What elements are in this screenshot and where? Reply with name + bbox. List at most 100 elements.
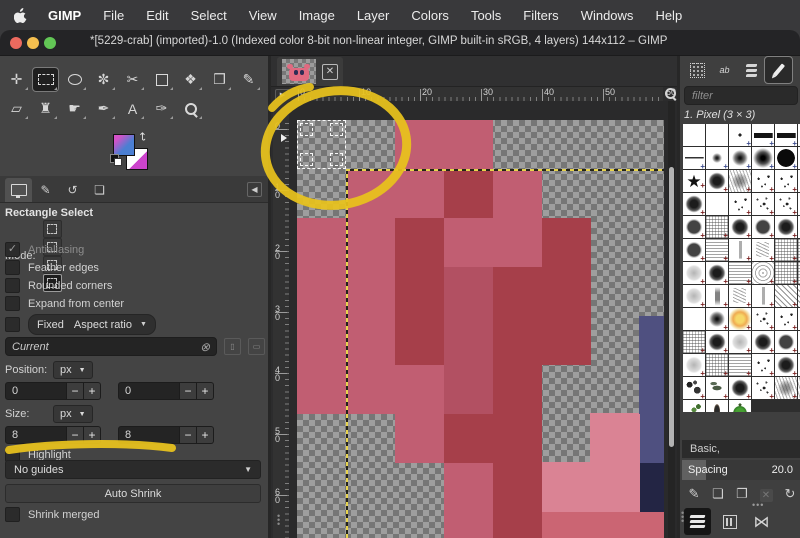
swap-colors-icon[interactable]: ↩ bbox=[136, 132, 149, 141]
brush-blank[interactable] bbox=[706, 124, 728, 146]
position-y-input[interactable]: 0 bbox=[118, 382, 180, 400]
smudge-tool[interactable]: ☛ bbox=[62, 97, 87, 120]
brush-blob[interactable]: + bbox=[729, 216, 751, 238]
brush-blob[interactable]: + bbox=[752, 331, 774, 353]
size-height-input[interactable]: 8 bbox=[118, 426, 180, 444]
brush-soft2[interactable]: + bbox=[729, 147, 751, 169]
brush-texture[interactable]: + bbox=[683, 331, 705, 353]
mode-replace-button[interactable] bbox=[42, 220, 62, 238]
menu-windows[interactable]: Windows bbox=[570, 8, 645, 23]
size-height-increment[interactable]: + bbox=[197, 426, 214, 444]
selection-marquee[interactable] bbox=[297, 120, 346, 169]
brush-speck[interactable]: + bbox=[752, 170, 774, 192]
brush-spray[interactable]: + bbox=[752, 193, 774, 215]
close-image-icon[interactable]: ✕ bbox=[322, 64, 338, 80]
brush-grain[interactable]: + bbox=[729, 331, 751, 353]
list-view-tab[interactable] bbox=[684, 508, 711, 535]
brush-speck[interactable]: + bbox=[752, 354, 774, 376]
portrait-orientation-button[interactable]: ▯ bbox=[224, 338, 241, 355]
feather-edges-checkbox[interactable] bbox=[5, 260, 20, 275]
brush-feather[interactable]: + bbox=[706, 400, 728, 412]
brush-group-field[interactable]: Basic, bbox=[682, 440, 800, 458]
brush-paper[interactable]: + bbox=[729, 262, 751, 284]
apple-logo-icon[interactable] bbox=[14, 7, 27, 23]
dock-resize-handle[interactable]: • • • bbox=[681, 509, 685, 526]
shrink-merged-checkbox[interactable] bbox=[5, 507, 20, 522]
refresh-brushes-button[interactable]: ↻ bbox=[778, 486, 800, 502]
menu-colors[interactable]: Colors bbox=[400, 8, 460, 23]
selection-handle[interactable] bbox=[300, 123, 313, 136]
menu-select[interactable]: Select bbox=[180, 8, 238, 23]
menu-edit[interactable]: Edit bbox=[135, 8, 179, 23]
zoom-window-button[interactable] bbox=[44, 37, 56, 49]
tab-fonts[interactable]: ab bbox=[711, 57, 738, 83]
menu-tools[interactable]: Tools bbox=[460, 8, 512, 23]
fuzzy-select-tool[interactable]: ✼ bbox=[91, 68, 116, 91]
tab-images[interactable]: ❏ bbox=[86, 178, 113, 202]
guides-dropdown[interactable]: No guides ▼ bbox=[5, 460, 261, 479]
auto-shrink-button[interactable]: Auto Shrink bbox=[5, 484, 261, 503]
fixed-aspect-dropdown[interactable]: Fixed Aspect ratio ▼ bbox=[28, 314, 156, 335]
fixed-checkbox[interactable] bbox=[5, 317, 20, 332]
position-y-decrement[interactable]: − bbox=[180, 382, 197, 400]
brush-stipple[interactable]: + bbox=[683, 216, 705, 238]
brush-texture[interactable]: + bbox=[706, 216, 728, 238]
brush-grain[interactable]: + bbox=[683, 285, 705, 307]
eraser-tool[interactable]: ▱ bbox=[4, 97, 29, 120]
grid-view-tab[interactable] bbox=[716, 508, 743, 535]
tab-gradients[interactable] bbox=[738, 57, 765, 83]
minimize-window-button[interactable] bbox=[27, 37, 39, 49]
brush-blank[interactable] bbox=[683, 308, 705, 330]
brush-spray[interactable]: + bbox=[775, 193, 797, 215]
free-select-tool[interactable] bbox=[62, 68, 87, 91]
menu-view[interactable]: View bbox=[238, 8, 288, 23]
aspect-ratio-input[interactable]: Current ⊗ bbox=[5, 337, 217, 356]
menu-help[interactable]: Help bbox=[644, 8, 693, 23]
selection-handle[interactable] bbox=[329, 152, 343, 166]
brush-line[interactable]: + bbox=[683, 147, 705, 169]
brush-blob[interactable]: + bbox=[706, 331, 728, 353]
duplicate-brush-button[interactable]: ❐ bbox=[730, 486, 754, 502]
size-height-decrement[interactable]: − bbox=[180, 426, 197, 444]
brush-circle[interactable]: + bbox=[775, 147, 797, 169]
edit-brush-button[interactable]: ✎ bbox=[682, 486, 706, 502]
brush-spray[interactable]: + bbox=[752, 377, 774, 399]
handle-transform-tool[interactable]: ❖ bbox=[178, 68, 203, 91]
brush-scratch[interactable]: + bbox=[729, 170, 751, 192]
pencil-tool[interactable]: ✎ bbox=[236, 68, 261, 91]
clear-input-icon[interactable]: ⊗ bbox=[200, 340, 210, 354]
move-tool[interactable]: ✛ bbox=[4, 68, 29, 91]
brush-texture[interactable]: + bbox=[706, 354, 728, 376]
brush-pepper[interactable]: + bbox=[729, 400, 751, 412]
landscape-orientation-button[interactable]: ▭ bbox=[248, 338, 265, 355]
horizontal-ruler[interactable]: 0 10 20 30 40 50 60 bbox=[289, 87, 676, 102]
smudge-dynamics-tab[interactable]: ⋈ bbox=[748, 508, 775, 535]
brush-vline[interactable]: + bbox=[752, 285, 774, 307]
selection-handle[interactable] bbox=[329, 123, 343, 136]
tab-brushes[interactable] bbox=[764, 56, 793, 84]
menu-layer[interactable]: Layer bbox=[346, 8, 401, 23]
new-brush-button[interactable]: ❏ bbox=[706, 486, 730, 502]
rectangle-select-tool[interactable] bbox=[32, 67, 59, 92]
brush-squiggle[interactable]: + bbox=[752, 239, 774, 261]
brush-vline[interactable]: + bbox=[729, 239, 751, 261]
brush-blob[interactable]: + bbox=[729, 377, 751, 399]
position-x-decrement[interactable]: − bbox=[67, 382, 84, 400]
size-width-input[interactable]: 8 bbox=[5, 426, 67, 444]
brush-blob[interactable]: + bbox=[706, 262, 728, 284]
position-x-input[interactable]: 0 bbox=[5, 382, 67, 400]
tab-undo-history[interactable]: ↺ bbox=[59, 178, 86, 202]
menu-filters[interactable]: Filters bbox=[512, 8, 569, 23]
brush-blank[interactable] bbox=[706, 193, 728, 215]
brush-blob[interactable]: + bbox=[683, 193, 705, 215]
brush-soft1[interactable]: + bbox=[706, 147, 728, 169]
ink-tool[interactable]: ✒ bbox=[91, 97, 116, 120]
tab-device-status[interactable]: ✎ bbox=[32, 178, 59, 202]
menu-gimp[interactable]: GIMP bbox=[37, 8, 92, 23]
foreground-color-swatch[interactable] bbox=[113, 134, 135, 156]
brush-scratch[interactable]: + bbox=[775, 377, 797, 399]
spacing-slider[interactable]: Spacing 20.0 bbox=[682, 460, 800, 480]
image-tab[interactable]: ✕ bbox=[277, 57, 343, 86]
brush-smear[interactable]: + bbox=[706, 285, 728, 307]
close-window-button[interactable] bbox=[10, 37, 22, 49]
